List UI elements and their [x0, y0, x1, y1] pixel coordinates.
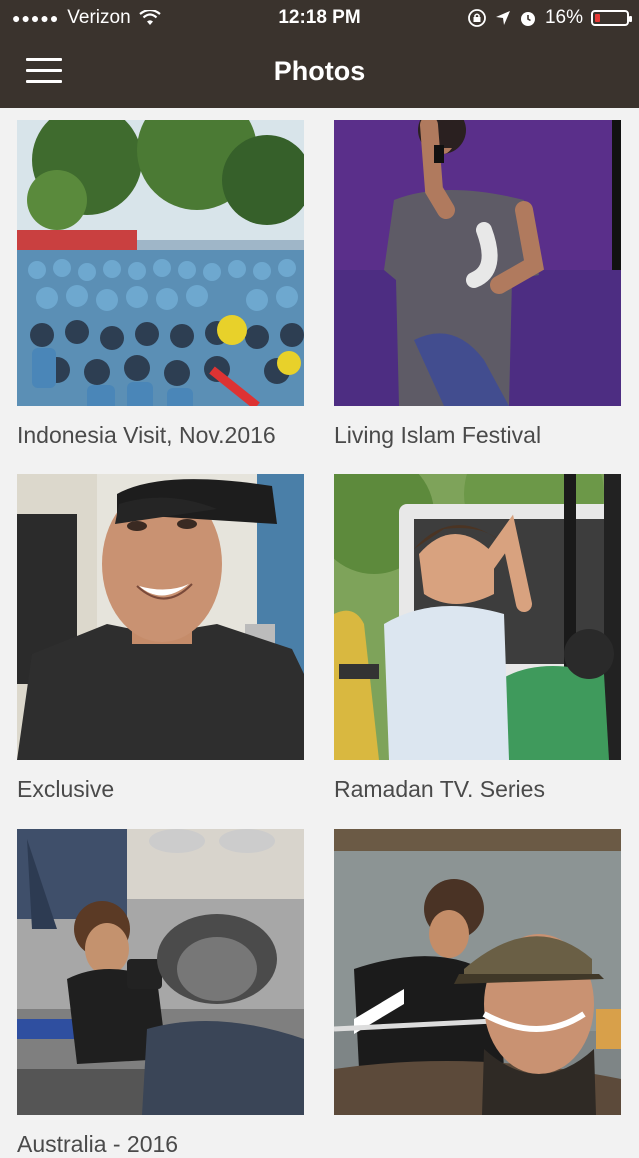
album-card-australia[interactable]: Australia - 2016: [17, 829, 304, 1158]
album-card-6[interactable]: [334, 829, 621, 1131]
album-caption: Exclusive: [17, 776, 115, 802]
album-thumbnail: [334, 474, 621, 760]
album-caption: Australia - 2016: [17, 1131, 179, 1157]
rotation-lock-icon: [467, 8, 487, 28]
album-thumbnail: [334, 829, 621, 1115]
album-card-living-islam-festival[interactable]: Living Islam Festival: [334, 120, 621, 449]
battery-icon: [591, 10, 632, 26]
nav-bar: Photos: [0, 36, 639, 108]
album-caption: Living Islam Festival: [334, 422, 542, 448]
location-icon: [495, 10, 511, 26]
album-thumbnail: [17, 829, 304, 1115]
alarm-icon: [519, 9, 537, 27]
status-right: 16%: [467, 7, 632, 29]
album-card-ramadan-tv-series[interactable]: Ramadan TV. Series: [334, 474, 621, 803]
album-thumbnail: [17, 120, 304, 406]
album-caption: Indonesia Visit, Nov.2016: [17, 422, 276, 448]
status-bar: ●●●●● Verizon 12:18 PM 16%: [0, 0, 639, 36]
album-thumbnail: [17, 474, 304, 760]
page-title: Photos: [273, 56, 366, 86]
album-caption: Ramadan TV. Series: [334, 776, 545, 802]
battery-percent: 16%: [544, 7, 583, 28]
top-bar: ●●●●● Verizon 12:18 PM 16% Photos: [0, 0, 639, 108]
album-card-exclusive[interactable]: Exclusive: [17, 474, 304, 803]
album-thumbnail: [334, 120, 621, 406]
album-card-indonesia[interactable]: Indonesia Visit, Nov.2016: [17, 120, 304, 449]
